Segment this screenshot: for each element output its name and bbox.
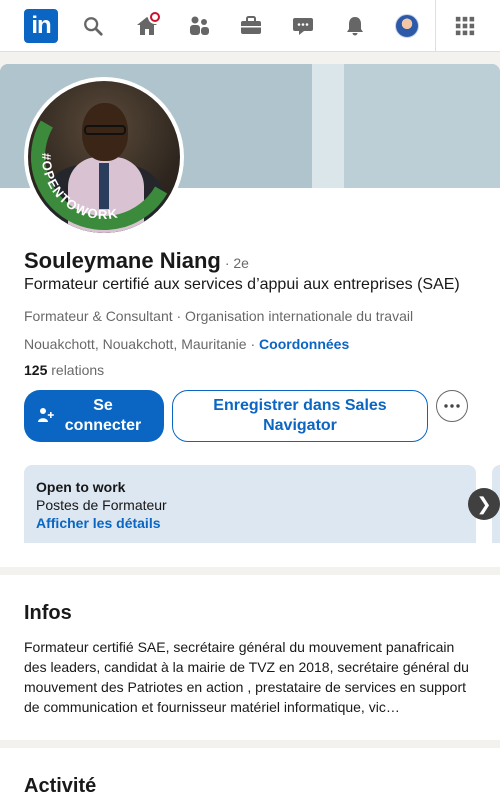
activity-heading: Activité	[24, 775, 97, 797]
nav-divider	[435, 0, 436, 52]
profile-name-text: Souleymane Niang	[24, 248, 221, 273]
search-icon[interactable]	[80, 13, 106, 39]
open-to-work-frame: #OPENTOWORK	[28, 120, 168, 230]
network-icon[interactable]	[186, 13, 212, 39]
connections-number: 125	[24, 362, 48, 378]
jobs-icon[interactable]	[238, 13, 264, 39]
me-avatar[interactable]	[394, 13, 420, 39]
connections-count[interactable]: 125 relations	[24, 362, 104, 378]
open-to-work-details-link[interactable]: Afficher les détails	[36, 515, 464, 531]
chevron-right-icon: ❯	[476, 493, 492, 514]
about-text[interactable]: Formateur certifié SAE, secrétaire génér…	[24, 637, 476, 717]
open-to-work-roles: Postes de Formateur	[36, 497, 167, 513]
location-text: Nouakchott, Nouakchott, Mauritanie	[24, 336, 247, 352]
ellipsis-icon	[444, 404, 460, 408]
connect-button[interactable]: Se connecter	[24, 390, 164, 442]
open-to-work-card[interactable]: Open to work Postes de Formateur Affiche…	[24, 465, 476, 543]
profile-headline: Formateur certifié aux services d’appui …	[24, 276, 460, 293]
open-to-work-title: Open to work	[36, 479, 126, 495]
save-sales-navigator-button[interactable]: Enregistrer dans Sales Navigator	[172, 390, 428, 442]
about-section: Infos Formateur certifié SAE, secrétaire…	[0, 575, 500, 740]
notification-badge	[148, 10, 162, 24]
add-person-icon	[38, 407, 54, 428]
profile-company[interactable]: Formateur & Consultant · Organisation in…	[24, 308, 413, 324]
activity-section: Activité	[0, 748, 500, 800]
connection-degree: · 2e	[224, 255, 249, 271]
profile-card: #OPENTOWORK Souleymane Niang · 2e Formate…	[0, 64, 500, 567]
top-navigation-bar: in	[0, 0, 500, 52]
location-separator: ·	[246, 336, 260, 352]
profile-location: Nouakchott, Nouakchott, Mauritanie · Coo…	[24, 336, 349, 352]
connect-label: Se connecter	[64, 397, 142, 434]
profile-photo[interactable]: #OPENTOWORK	[24, 77, 184, 237]
connections-label: relations	[47, 362, 105, 378]
contact-info-link[interactable]: Coordonnées	[259, 336, 349, 352]
home-icon[interactable]	[134, 10, 162, 39]
more-actions-button[interactable]	[436, 390, 468, 422]
notifications-icon[interactable]	[342, 13, 368, 39]
carousel-next-button[interactable]: ❯	[468, 488, 500, 520]
linkedin-logo[interactable]: in	[24, 9, 58, 43]
apps-grid-icon[interactable]	[452, 13, 478, 39]
profile-name: Souleymane Niang · 2e	[24, 248, 249, 274]
messaging-icon[interactable]	[290, 13, 316, 39]
about-heading: Infos	[24, 602, 72, 624]
